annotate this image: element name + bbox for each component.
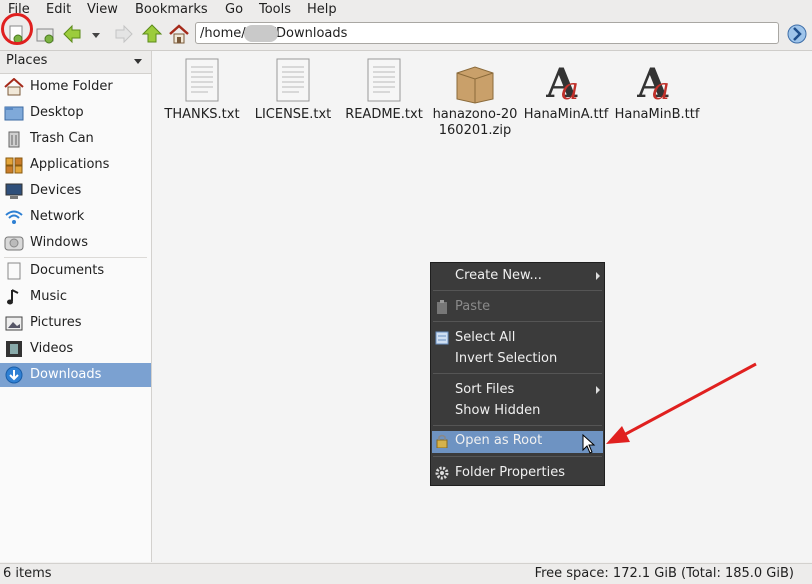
sidebar-item-videos[interactable]: Videos: [0, 337, 151, 361]
menu-separator: [433, 425, 602, 426]
sidebar-item-network[interactable]: Network: [0, 205, 151, 229]
sidebar-item-downloads[interactable]: Downloads: [0, 363, 151, 387]
drive-icon: [4, 234, 24, 252]
text-file-icon: [182, 57, 222, 105]
address-bar[interactable]: /home/ /Downloads: [195, 22, 779, 44]
menubar: File Edit View Bookmarks Go Tools Help: [0, 0, 812, 20]
menu-separator: [433, 290, 602, 291]
menu-separator: [433, 456, 602, 457]
file-name: LICENSE.txt: [254, 107, 332, 122]
menu-item-paste[interactable]: Paste: [432, 297, 603, 317]
select-all-icon: [435, 331, 449, 345]
history-dropdown-icon[interactable]: [88, 23, 102, 45]
menu-item-invert-selection[interactable]: Invert Selection: [432, 349, 603, 369]
sidebar-item-applications[interactable]: Applications: [0, 153, 151, 177]
text-file-icon: [364, 57, 404, 105]
sidebar-item-devices[interactable]: Devices: [0, 179, 151, 203]
sidebar-item-home-folder[interactable]: Home Folder: [0, 75, 151, 99]
item-count: 6 items: [3, 566, 52, 581]
mouse-cursor-icon: [582, 433, 596, 454]
menu-tools[interactable]: Tools: [259, 1, 291, 19]
sidebar-item-music[interactable]: Music: [0, 285, 151, 309]
chevron-down-icon[interactable]: [134, 59, 142, 64]
file-item[interactable]: Aa HanaMinB.ttf: [611, 55, 703, 145]
up-arrow-icon[interactable]: [141, 23, 163, 45]
chevron-right-icon: [596, 386, 600, 394]
sidebar-item-pictures[interactable]: Pictures: [0, 311, 151, 335]
desktop-folder-icon: [4, 104, 24, 122]
chevron-right-icon: [596, 272, 600, 280]
sidebar-separator: [4, 257, 147, 258]
sidebar-item-trash-can[interactable]: Trash Can: [0, 127, 151, 151]
menu-separator: [433, 373, 602, 374]
side-pane: Places Home Folder Desktop Trash Can App…: [0, 51, 152, 562]
music-icon: [4, 288, 24, 306]
applications-icon: [4, 156, 24, 174]
downloads-icon: [4, 366, 24, 384]
gear-icon: [435, 466, 449, 480]
status-bar: 6 items Free space: 172.1 GiB (Total: 18…: [0, 563, 812, 584]
free-space: Free space: 172.1 GiB (Total: 185.0 GiB): [534, 566, 794, 581]
devices-icon: [4, 182, 24, 200]
go-icon[interactable]: [786, 23, 808, 45]
forward-arrow-icon[interactable]: [113, 23, 135, 45]
menu-help[interactable]: Help: [307, 1, 337, 19]
menu-item-select-all[interactable]: Select All: [432, 328, 603, 348]
redacted-username: [244, 25, 278, 42]
back-arrow-icon[interactable]: [61, 23, 83, 45]
places-title: Places: [6, 53, 48, 68]
menu-bookmarks[interactable]: Bookmarks: [135, 1, 208, 19]
new-window-icon[interactable]: [34, 23, 56, 45]
pictures-icon: [4, 314, 24, 332]
archive-icon: [455, 57, 495, 105]
menu-item-create-new[interactable]: Create New...: [432, 266, 603, 286]
font-file-icon: Aa: [636, 57, 677, 107]
menu-edit[interactable]: Edit: [46, 1, 71, 19]
menu-view[interactable]: View: [87, 1, 118, 19]
paste-icon: [435, 300, 449, 314]
file-item[interactable]: README.txt: [338, 55, 430, 145]
network-icon: [4, 208, 24, 226]
sidebar-item-desktop[interactable]: Desktop: [0, 101, 151, 125]
menu-item-sort-files[interactable]: Sort Files: [432, 380, 603, 400]
menu-go[interactable]: Go: [225, 1, 243, 19]
trash-icon: [4, 130, 24, 148]
new-tab-icon[interactable]: [5, 23, 27, 45]
file-name: THANKS.txt: [164, 107, 240, 122]
file-name: hanazono-20 160201.zip: [432, 107, 518, 138]
file-item[interactable]: hanazono-20 160201.zip: [429, 55, 521, 145]
menu-item-show-hidden[interactable]: Show Hidden: [432, 401, 603, 421]
menu-item-folder-properties[interactable]: Folder Properties: [432, 463, 603, 483]
svg-text:a: a: [652, 72, 670, 105]
menu-item-open-as-root[interactable]: Open as Root: [432, 431, 603, 453]
font-file-icon: Aa: [545, 57, 586, 107]
file-item[interactable]: LICENSE.txt: [247, 55, 339, 145]
home-icon[interactable]: [168, 23, 190, 45]
menu-separator: [433, 321, 602, 322]
sidebar-item-documents[interactable]: Documents: [0, 259, 151, 283]
text-file-icon: [273, 57, 313, 105]
videos-icon: [4, 340, 24, 358]
places-header[interactable]: Places: [0, 51, 151, 74]
sidebar-item-windows[interactable]: Windows: [0, 231, 151, 255]
file-item[interactable]: THANKS.txt: [156, 55, 248, 145]
file-name: README.txt: [345, 107, 423, 122]
menu-file[interactable]: File: [8, 1, 30, 19]
svg-text:a: a: [561, 72, 579, 105]
documents-icon: [4, 262, 24, 280]
home-folder-icon: [4, 77, 24, 96]
file-item[interactable]: Aa HanaMinA.ttf: [520, 55, 612, 145]
file-name: HanaMinA.ttf: [523, 107, 609, 122]
context-menu: Create New... Paste Select All Invert Se…: [430, 262, 605, 486]
toolbar: /home/ /Downloads: [0, 20, 812, 51]
lock-icon: [435, 434, 449, 449]
file-name: HanaMinB.ttf: [614, 107, 700, 122]
